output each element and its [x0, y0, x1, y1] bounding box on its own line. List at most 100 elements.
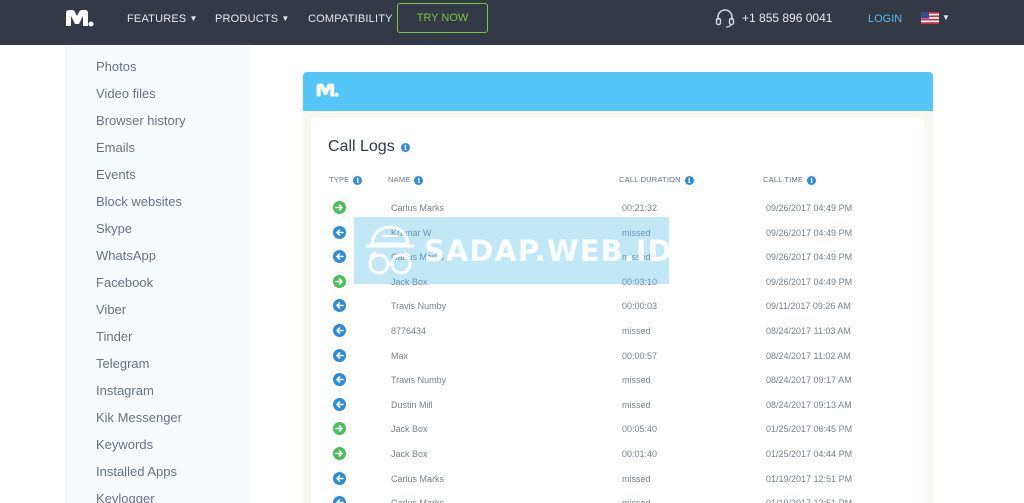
call-duration: missed [622, 498, 651, 503]
call-name: Jack Box [391, 424, 428, 435]
sidebar-item-browser-history[interactable]: Browser history [96, 113, 186, 128]
call-time: 08/24/2017 11:03 AM [766, 326, 851, 336]
sidebar-item-block-websites[interactable]: Block websites [96, 194, 182, 209]
call-time: 08/24/2017 09:17 AM [766, 375, 852, 386]
headset-icon [715, 9, 735, 28]
info-icon[interactable]: i [414, 175, 424, 185]
call-duration: 00:05:40 [622, 424, 658, 435]
call-time: 01/19/2017 12:51 PM [766, 498, 852, 503]
call-name: Carlus Marks [391, 473, 445, 484]
arrow-left-icon [333, 496, 346, 503]
caret-down-icon: ▼ [189, 14, 198, 23]
spy-logo-icon [366, 225, 414, 275]
arrow-left-icon [333, 471, 346, 485]
call-time: 08/24/2017 09:13 AM [766, 399, 852, 410]
table-row: Max 00:00:57 08/24/2017 11:02 AM [311, 348, 924, 373]
info-icon[interactable]: i [353, 175, 363, 185]
call-logs-card: Call Logs i TYPE i NAME i CALL DURATION i C… [311, 118, 924, 503]
sidebar-item-whatsapp[interactable]: WhatsApp [96, 248, 156, 263]
arrow-right-icon [333, 201, 346, 214]
call-name: Max [391, 350, 409, 361]
try-now-button[interactable]: TRY NOW [397, 3, 488, 33]
nav-features[interactable]: FEATURES ▼ [127, 13, 198, 25]
column-header-type: TYPE i [329, 175, 363, 185]
call-time: 08/24/2017 11:02 AM [766, 350, 851, 361]
sidebar-item-photos[interactable]: Photos [96, 59, 136, 74]
call-duration: missed [622, 375, 651, 386]
arrow-left-icon [333, 324, 346, 337]
arrow-left-icon [333, 250, 346, 264]
sidebar-item-instagram[interactable]: Instagram [96, 383, 154, 398]
arrow-left-icon [333, 348, 346, 362]
call-time: 01/25/2017 06:45 PM [766, 424, 853, 435]
panel-header [303, 72, 933, 111]
call-name: Jack Box [391, 449, 428, 459]
sidebar-item-events[interactable]: Events [96, 167, 136, 182]
login-link[interactable]: LOGIN [868, 13, 902, 25]
phone-number[interactable]: +1 855 896 0041 [742, 11, 832, 25]
watermark: SADAP.WEB.ID [354, 217, 672, 284]
arrow-left-icon [333, 373, 346, 387]
call-time: 09/26/2017 04:49 PM [766, 203, 853, 213]
sidebar-item-tinder[interactable]: Tinder [96, 329, 132, 344]
call-time: 09/11/2017 09:26 AM [766, 301, 851, 312]
call-duration: 00:00:57 [622, 350, 658, 361]
info-icon[interactable]: i [807, 175, 817, 185]
call-duration: 00:00:03 [622, 301, 658, 312]
feature-sidebar: ​ Photos Video files Browser history Ema… [66, 45, 250, 503]
call-time: 09/26/2017 04:49 PM [766, 227, 853, 238]
sidebar-item-kik-messenger[interactable]: Kik Messenger [96, 410, 182, 425]
sidebar-item-telegram[interactable]: Telegram [96, 356, 149, 371]
table-row: Travis Numby 00:00:03 09/11/2017 09:26 AM [311, 299, 924, 323]
arrow-left-icon [333, 225, 346, 239]
sidebar-item-keywords[interactable]: Keywords [96, 437, 153, 452]
call-duration: missed [622, 473, 651, 484]
info-icon[interactable]: i [684, 175, 694, 185]
table-row: Dustin Mill missed 08/24/2017 09:13 AM [311, 397, 924, 422]
caret-down-icon: ▼ [281, 14, 290, 23]
column-header-call-time: CALL TIME i [763, 175, 817, 185]
call-duration: 00:01:40 [622, 449, 658, 459]
table-row: Jack Box 00:01:40 01/25/2017 04:44 PM [311, 447, 924, 471]
arrow-right-icon [333, 274, 346, 288]
sidebar-item-keylogger[interactable]: Keylogger [96, 491, 155, 503]
caret-down-icon[interactable]: ▼ [942, 13, 950, 22]
sidebar-item-emails[interactable]: Emails [96, 140, 135, 155]
watermark-text: SADAP.WEB.ID [424, 234, 673, 268]
sidebar-item-facebook[interactable]: Facebook [96, 275, 153, 290]
call-name: Carlus Marks [391, 203, 445, 213]
mspy-logo-icon[interactable] [64, 8, 94, 28]
call-duration: missed [622, 399, 651, 410]
column-header-call-duration: CALL DURATION i [619, 175, 694, 185]
call-time: 09/26/2017 04:49 PM [766, 276, 853, 287]
arrow-right-icon [333, 422, 346, 436]
arrow-left-icon [333, 397, 346, 411]
call-duration: 00:21:32 [622, 203, 658, 213]
arrow-right-icon [333, 447, 346, 460]
nav-products[interactable]: PRODUCTS ▼ [215, 13, 289, 25]
call-time: 01/25/2017 04:44 PM [766, 449, 853, 459]
column-header-name: NAME i [388, 175, 424, 185]
arrow-left-icon [333, 299, 346, 313]
sidebar-item-skype[interactable]: Skype [96, 221, 132, 236]
call-duration: missed [622, 326, 651, 336]
table-row: Travis Numby missed 08/24/2017 09:17 AM [311, 373, 924, 397]
nav-compatibility[interactable]: COMPATIBILITY [308, 13, 393, 25]
page-title: Call Logs [328, 138, 395, 155]
mspy-logo-icon [316, 83, 339, 97]
sidebar-item-viber[interactable]: Viber [96, 302, 126, 317]
top-navbar: FEATURES ▼ PRODUCTS ▼ COMPATIBILITY TRY NO… [0, 0, 1024, 45]
table-row: Carlus Marks missed 01/19/2017 12:51 PM [311, 471, 924, 496]
sidebar-item-video-files[interactable]: Video files [96, 86, 156, 101]
table-row: 8776434 missed 08/24/2017 11:03 AM [311, 324, 924, 348]
table-row: Carlus Marks missed 01/19/2017 12:51 PM [311, 496, 924, 503]
sidebar-item-installed-apps[interactable]: Installed Apps [96, 464, 177, 479]
call-time: 09/26/2017 04:49 PM [766, 252, 853, 263]
call-name: Dustin Mill [391, 399, 433, 410]
call-name: Travis Numby [391, 301, 447, 312]
us-flag-icon[interactable] [921, 12, 939, 24]
info-icon[interactable]: i [401, 143, 410, 152]
call-name: Carlus Marks [391, 498, 444, 503]
table-row: Jack Box 00:05:40 01/25/2017 06:45 PM [311, 422, 924, 446]
call-name: 8776434 [391, 326, 427, 336]
